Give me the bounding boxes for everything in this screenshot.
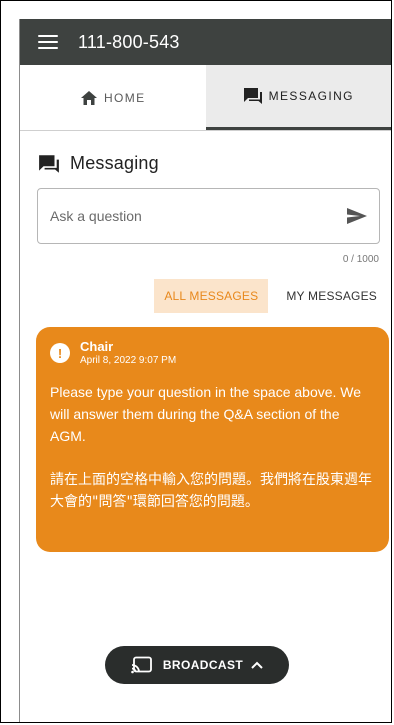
meeting-id-title: 111-800-543: [78, 31, 180, 52]
top-bar: 111-800-543: [20, 19, 391, 65]
cast-icon: [131, 656, 152, 674]
menu-icon[interactable]: [38, 35, 58, 49]
message-header: ! Chair April 8, 2022 9:07 PM: [50, 339, 375, 367]
message-sender: Chair: [80, 339, 114, 354]
message-text-chinese: 請在上面的空格中輸入您的問題。我們將在股東週年大會的"問答"環節回答您的問題。: [50, 472, 372, 510]
exclamation-icon: !: [50, 343, 70, 363]
messaging-title: Messaging: [70, 153, 159, 173]
tab-home-label: HOME: [103, 90, 146, 105]
message-card: ! Chair April 8, 2022 9:07 PM Please typ…: [36, 327, 389, 552]
message-timestamp: April 8, 2022 9:07 PM: [80, 355, 177, 366]
filter-all-messages[interactable]: ALL MESSAGES: [154, 279, 269, 313]
messaging-icon: [39, 154, 59, 173]
tab-bar: HOME MESSAGING: [20, 65, 391, 131]
filter-my-messages[interactable]: MY MESSAGES: [276, 279, 387, 313]
message-filters: ALL MESSAGES MY MESSAGES: [20, 279, 391, 313]
broadcast-label: BROADCAST: [162, 658, 244, 672]
character-counter: 0 / 1000: [342, 254, 379, 265]
tab-messaging[interactable]: MESSAGING: [205, 65, 391, 130]
question-box: [37, 188, 380, 244]
broadcast-button[interactable]: BROADCAST: [105, 646, 289, 684]
home-icon: [80, 90, 97, 105]
chevron-up-icon: [251, 661, 263, 669]
send-icon: [347, 208, 367, 224]
message-text-english: Please type your question in the space a…: [50, 384, 362, 444]
tab-home[interactable]: HOME: [20, 65, 206, 130]
app-panel: 111-800-543 HOME MESSAGING Messaging Ask…: [19, 19, 391, 722]
question-input[interactable]: [38, 207, 335, 225]
tab-messaging-label: MESSAGING: [268, 89, 354, 103]
message-body: Please type your question in the space a…: [50, 381, 375, 513]
messaging-icon: [243, 88, 262, 104]
send-button[interactable]: [335, 196, 379, 236]
screenshot-frame: 111-800-543 HOME MESSAGING Messaging Ask…: [0, 0, 392, 723]
messaging-header: Messaging: [38, 153, 391, 174]
